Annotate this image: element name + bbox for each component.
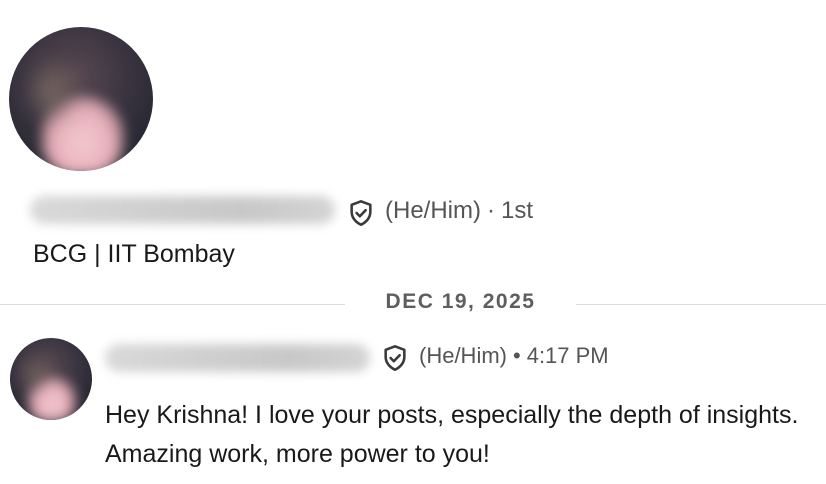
verified-shield-icon	[384, 345, 406, 371]
profile-pronouns: (He/Him)	[385, 197, 481, 224]
divider-line-right	[576, 304, 826, 305]
date-divider: DEC 19, 2025	[385, 290, 536, 313]
profile-headline: BCG | IIT Bombay	[33, 240, 235, 268]
profile-meta: (He/Him) · 1st	[385, 197, 533, 225]
verified-shield-icon	[350, 200, 372, 226]
separator-dot: ·	[487, 197, 495, 224]
message-text: Hey Krishna! I love your posts, especial…	[105, 401, 799, 468]
profile-avatar[interactable]	[9, 27, 153, 171]
message-meta: (He/Him) • 4:17 PM	[419, 343, 609, 369]
sender-pronouns: (He/Him)	[419, 343, 507, 368]
connection-degree: 1st	[501, 197, 534, 224]
profile-name-redacted[interactable]	[30, 196, 335, 224]
divider-line-left	[0, 304, 345, 305]
sender-name-redacted[interactable]	[105, 344, 370, 372]
sender-avatar[interactable]	[10, 338, 92, 420]
separator-dot: •	[513, 343, 521, 368]
message-timestamp: 4:17 PM	[526, 343, 609, 368]
